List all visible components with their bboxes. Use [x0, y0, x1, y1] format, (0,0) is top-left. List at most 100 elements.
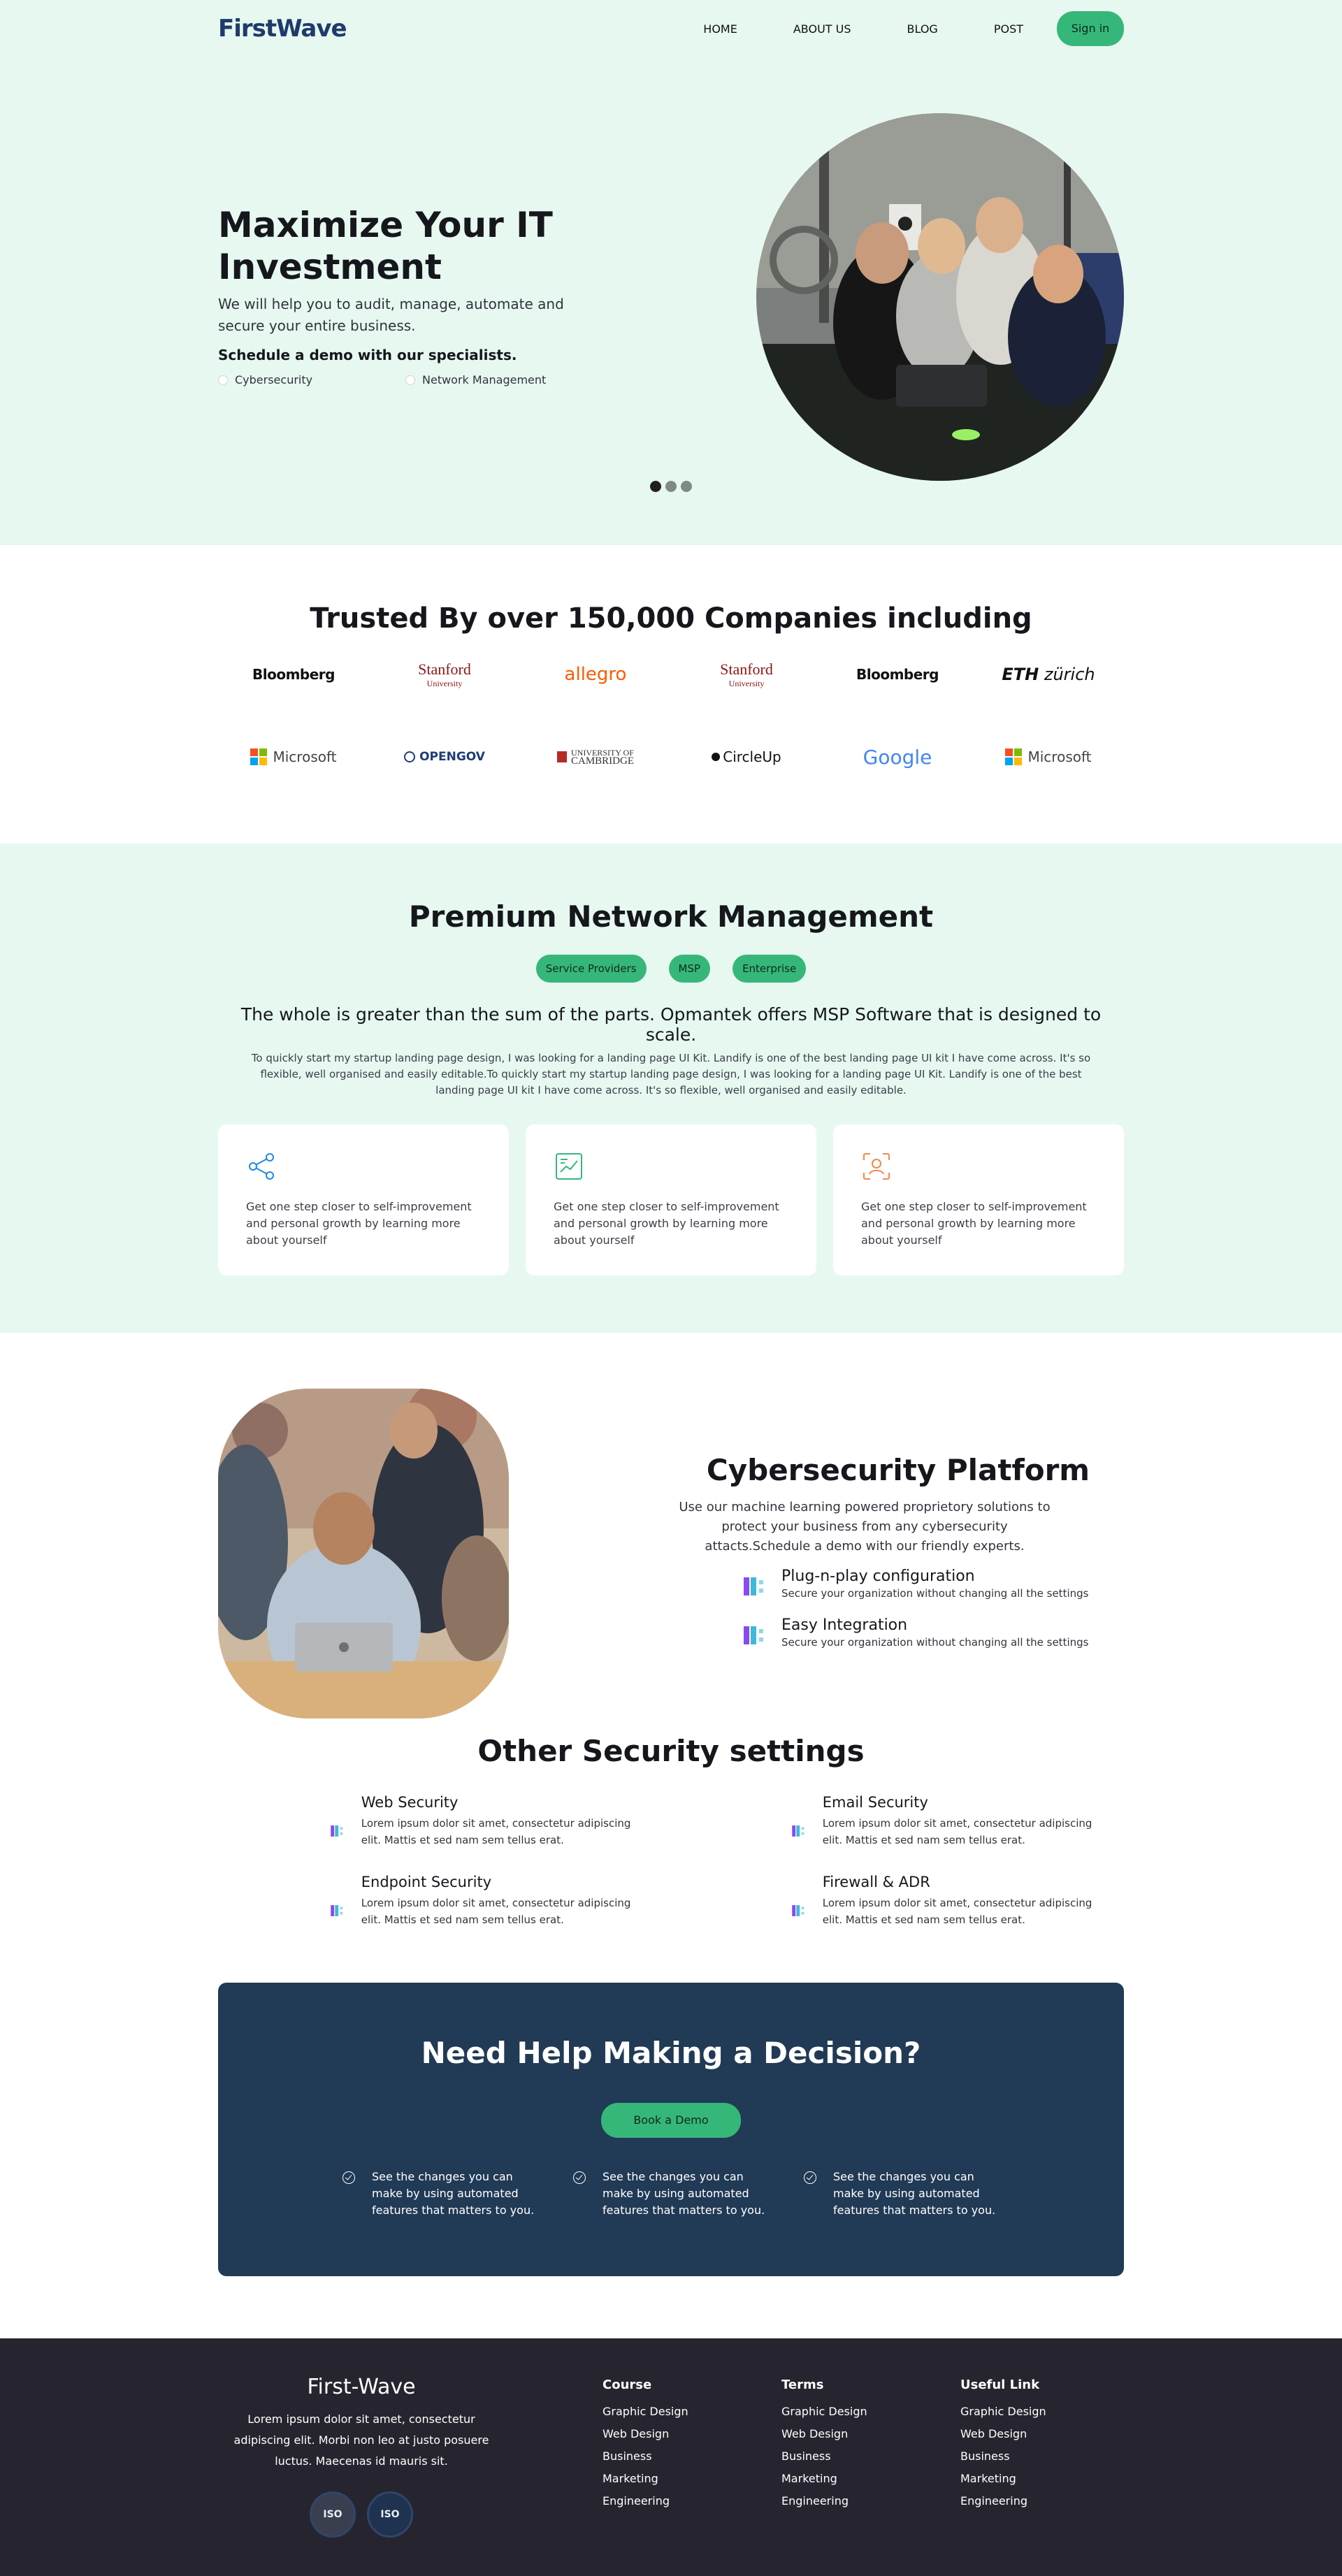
- feature-card-text: Get one step closer to self-improvement …: [246, 1200, 472, 1247]
- premium-network-section: Premium Network Management Service Provi…: [0, 844, 1342, 1333]
- microsoft-squares-icon: [250, 748, 268, 765]
- footer-link[interactable]: Graphic Design: [960, 2401, 1046, 2423]
- footer-link[interactable]: Engineering: [603, 2490, 688, 2512]
- footer-link[interactable]: Marketing: [603, 2468, 688, 2490]
- microsoft-logo: Microsoft: [973, 739, 1124, 774]
- pill-service-providers[interactable]: Service Providers: [535, 955, 647, 983]
- footer-link[interactable]: Business: [781, 2445, 867, 2468]
- stanford-logo-name: Stanford: [720, 660, 773, 678]
- feature-plug-n-play: Plug-n-play configuration Secure your or…: [742, 1568, 1088, 1602]
- circleup-logo-text: CircleUp: [723, 748, 781, 765]
- share-icon: [249, 1153, 274, 1180]
- footer-link[interactable]: Web Design: [603, 2423, 688, 2445]
- microsoft-squares-icon: [1005, 748, 1023, 765]
- circleup-dot-icon: [712, 753, 721, 761]
- pill-enterprise[interactable]: Enterprise: [733, 955, 807, 983]
- footer-brand-block: First-Wave Lorem ipsum dolor sit amet, c…: [218, 2375, 505, 2538]
- segment-pills: Service Providers MSP Enterprise: [218, 955, 1124, 983]
- microsoft-logo-text: Microsoft: [273, 748, 337, 765]
- trusted-title: Trusted By over 150,000 Companies includ…: [310, 602, 1032, 635]
- footer-column-course: Course Graphic Design Web Design Busines…: [603, 2378, 688, 2512]
- book-demo-button[interactable]: Book a Demo: [601, 2103, 741, 2138]
- brand-logo[interactable]: FirstWave: [218, 15, 347, 43]
- hero-cta-text: Schedule a demo with our specialists.: [218, 347, 517, 363]
- cyber-subtitle: Use our machine learning powered proprie…: [679, 1500, 1051, 1554]
- help-panel: Need Help Making a Decision? Book a Demo…: [218, 1983, 1124, 2276]
- hero-slider-dots: [650, 481, 692, 492]
- stanford-logo: Stanford University: [369, 657, 520, 692]
- footer-link[interactable]: Web Design: [781, 2423, 867, 2445]
- cybersecurity-section: Cybersecurity Platform Use our machine l…: [0, 1333, 1342, 1983]
- nav-post[interactable]: POST: [994, 22, 1023, 36]
- slider-dot-3[interactable]: [681, 481, 692, 492]
- help-title: Need Help Making a Decision?: [421, 2036, 921, 2070]
- feature-card: Get one step closer to self-improvement …: [833, 1124, 1124, 1275]
- security-item-title: Firewall & ADR: [822, 1874, 930, 1890]
- feature-easy-integration: Easy Integration Secure your organizatio…: [742, 1616, 1088, 1651]
- security-item-title: Web Security: [361, 1794, 459, 1811]
- nav-about-us[interactable]: ABOUT US: [793, 22, 851, 36]
- pill-msp[interactable]: MSP: [668, 955, 711, 983]
- opengov-logo: OPENGOV: [369, 739, 520, 774]
- check-circle-icon: [342, 2171, 355, 2184]
- footer-link[interactable]: Graphic Design: [781, 2401, 867, 2423]
- check-item: See the changes you can make by using au…: [342, 2169, 573, 2219]
- stack-bars-icon: [331, 1825, 343, 1837]
- site-footer: First-Wave Lorem ipsum dolor sit amet, c…: [0, 2338, 1342, 2576]
- footer-link[interactable]: Marketing: [781, 2468, 867, 2490]
- footer-link[interactable]: Marketing: [960, 2468, 1046, 2490]
- opengov-logo-text: OPENGOV: [419, 750, 485, 764]
- trusted-section: Trusted By over 150,000 Companies includ…: [0, 545, 1342, 844]
- chart-icon: [556, 1153, 582, 1180]
- stack-bars-icon: [744, 1577, 763, 1595]
- premium-body: To quickly start my startup landing page…: [251, 1052, 1091, 1097]
- help-checklist: See the changes you can make by using au…: [342, 2169, 1034, 2219]
- cambridge-crest-icon: [556, 751, 567, 762]
- sign-in-button[interactable]: Sign in: [1057, 11, 1124, 46]
- nav-home[interactable]: HOME: [703, 22, 737, 36]
- stanford-logo-sub: University: [426, 678, 463, 688]
- footer-column-title: Useful Link: [960, 2378, 1040, 2392]
- iso-badge-icon: ISO: [367, 2491, 413, 2538]
- footer-link[interactable]: Business: [960, 2445, 1046, 2468]
- security-item-email: Email Security Lorem ipsum dolor sit ame…: [791, 1794, 1113, 1848]
- hero-title: Maximize Your IT Investment: [218, 205, 553, 287]
- main-nav: HOME ABOUT US BLOG POST Sign in: [647, 11, 1124, 46]
- footer-link[interactable]: Engineering: [781, 2490, 867, 2512]
- option-label: Cybersecurity: [235, 373, 313, 386]
- slider-dot-2[interactable]: [665, 481, 677, 492]
- feature-card-text: Get one step closer to self-improvement …: [554, 1200, 779, 1247]
- feature-text: Secure your organization without changin…: [781, 1636, 1089, 1649]
- footer-link[interactable]: Web Design: [960, 2423, 1046, 2445]
- top-navbar: FirstWave HOME ABOUT US BLOG POST Sign i…: [218, 0, 1124, 57]
- eth-logo-b: zürich: [1044, 665, 1095, 684]
- option-network-management[interactable]: Network Management: [405, 373, 593, 386]
- stanford-logo-sub: University: [728, 678, 765, 688]
- check-item: See the changes you can make by using au…: [804, 2169, 1034, 2219]
- cambridge-logo: UNIVERSITY OF CAMBRIDGE: [520, 739, 671, 774]
- hero-subtitle: We will help you to audit, manage, autom…: [218, 296, 564, 334]
- footer-link[interactable]: Engineering: [960, 2490, 1046, 2512]
- security-item-web: Web Security Lorem ipsum dolor sit amet,…: [330, 1794, 651, 1848]
- radio-circle-icon[interactable]: [218, 375, 228, 385]
- footer-brand[interactable]: First-Wave: [218, 2375, 505, 2399]
- footer-link[interactable]: Business: [603, 2445, 688, 2468]
- other-security-title: Other Security settings: [477, 1734, 865, 1768]
- security-item-text: Lorem ipsum dolor sit amet, consectetur …: [822, 1817, 1092, 1846]
- eth-zurich-logo: ETH zürich: [973, 657, 1124, 692]
- cambridge-logo-b: CAMBRIDGE: [570, 755, 634, 767]
- footer-column-useful-link: Useful Link Graphic Design Web Design Bu…: [960, 2378, 1046, 2512]
- microsoft-logo: Microsoft: [218, 739, 369, 774]
- option-label: Network Management: [422, 373, 547, 386]
- radio-circle-icon[interactable]: [405, 375, 415, 385]
- team-laptop-photo: [218, 1389, 509, 1718]
- footer-link[interactable]: Graphic Design: [603, 2401, 688, 2423]
- allegro-logo: allegro: [564, 664, 627, 685]
- stack-bars-icon: [792, 1905, 805, 1916]
- nav-blog[interactable]: BLOG: [907, 22, 938, 36]
- hero-section: FirstWave HOME ABOUT US BLOG POST Sign i…: [0, 0, 1342, 545]
- option-cybersecurity[interactable]: Cybersecurity: [218, 373, 405, 386]
- feature-title: Easy Integration: [781, 1616, 908, 1634]
- slider-dot-1[interactable]: [650, 481, 661, 492]
- premium-title: Premium Network Management: [408, 899, 934, 934]
